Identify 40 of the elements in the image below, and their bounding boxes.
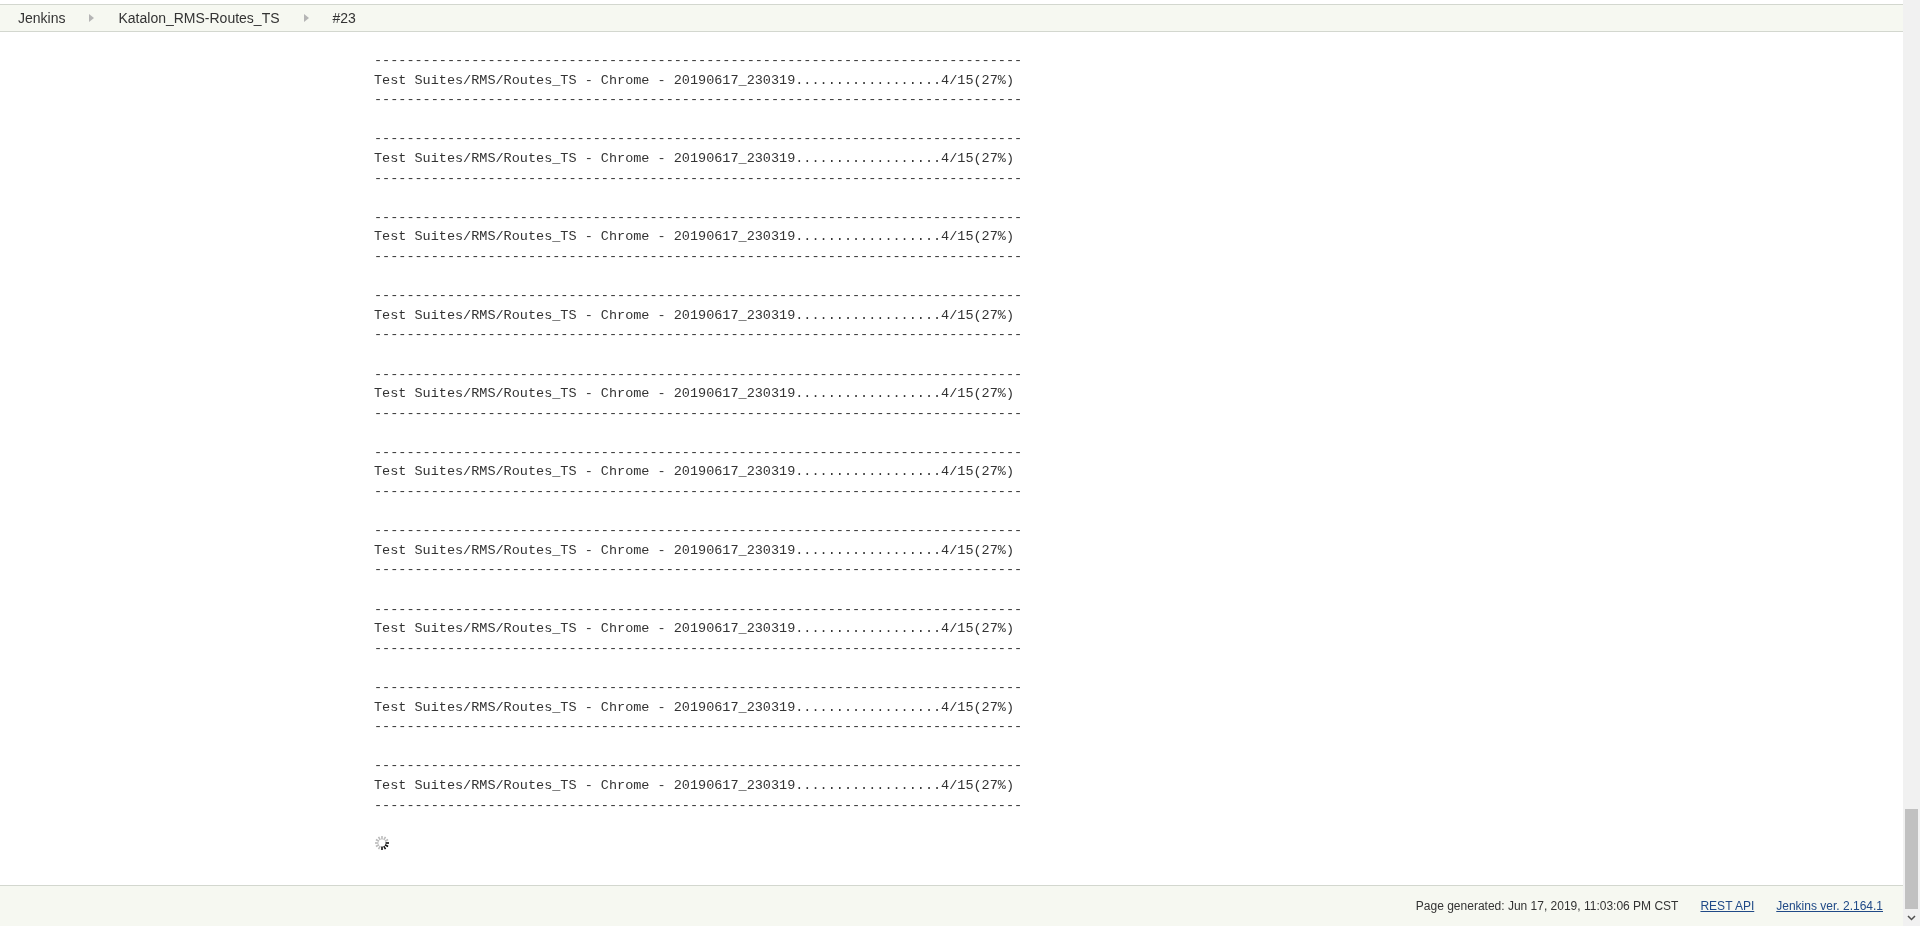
separator-line: -------------------------------------------------------------------------------- <box>374 600 1023 619</box>
separator-line: -------------------------------------------------------------------------------- <box>374 169 1023 188</box>
separator-line: -------------------------------------------------------------------------------- <box>374 326 1023 345</box>
separator-line: -------------------------------------------------------------------------------- <box>374 443 1023 462</box>
separator-line: -------------------------------------------------------------------------------- <box>374 757 1023 776</box>
separator-line: -------------------------------------------------------------------------------- <box>374 208 1023 227</box>
console-line: Test Suites/RMS/Routes_TS - Chrome - 20190617_230319..................4/15(27%) <box>374 776 1014 795</box>
separator-line: -------------------------------------------------------------------------------- <box>374 483 1023 502</box>
console-line: Test Suites/RMS/Routes_TS - Chrome - 20190617_230319..................4/15(27%) <box>374 71 1014 90</box>
footer-link[interactable]: REST API <box>1700 897 1755 915</box>
page-generated-text: Page generated: Jun 17, 2019, 11:03:06 PM CST <box>1415 898 1679 915</box>
separator-line: -------------------------------------------------------------------------------- <box>374 639 1023 658</box>
console-line: Test Suites/RMS/Routes_TS - Chrome - 20190617_230319..................4/15(27%) <box>374 620 1014 639</box>
console-line: Test Suites/RMS/Routes_TS - Chrome - 20190617_230319..................4/15(27%) <box>374 541 1014 560</box>
separator-line: -------------------------------------------------------------------------------- <box>374 365 1023 384</box>
separator-line: -------------------------------------------------------------------------------- <box>374 561 1023 580</box>
separator-line: -------------------------------------------------------------------------------- <box>374 91 1023 110</box>
footer-link[interactable]: Jenkins ver. 2.164.1 <box>1776 897 1883 915</box>
chevron-icon <box>89 14 95 22</box>
breadcrumb-link[interactable]: Jenkins <box>18 7 66 29</box>
console-line: Test Suites/RMS/Routes_TS - Chrome - 20190617_230319..................4/15(27%) <box>374 149 1014 168</box>
console-line: Test Suites/RMS/Routes_TS - Chrome - 20190617_230319..................4/15(27%) <box>374 306 1014 325</box>
breadcrumb-link[interactable]: #23 <box>332 7 356 29</box>
chevron-icon <box>303 14 309 22</box>
separator-line: -------------------------------------------------------------------------------- <box>374 522 1023 541</box>
separator-line: -------------------------------------------------------------------------------- <box>374 679 1023 697</box>
separator-line: -------------------------------------------------------------------------------- <box>374 287 1023 306</box>
separator-line: -------------------------------------------------------------------------------- <box>374 130 1023 149</box>
separator-line: -------------------------------------------------------------------------------- <box>374 796 1023 815</box>
console-line: Test Suites/RMS/Routes_TS - Chrome - 20190617_230319..................4/15(27%) <box>374 385 1014 404</box>
breadcrumb-link[interactable]: Katalon_RMS-Routes_TS <box>118 7 280 29</box>
console-line: Test Suites/RMS/Routes_TS - Chrome - 20190617_230319..................4/15(27%) <box>374 228 1014 247</box>
separator-line: -------------------------------------------------------------------------------- <box>374 404 1023 423</box>
separator-line: -------------------------------------------------------------------------------- <box>374 247 1023 266</box>
console-line: Test Suites/RMS/Routes_TS - Chrome - 20190617_230319..................4/15(27%) <box>374 698 1014 717</box>
separator-line: -------------------------------------------------------------------------------- <box>374 718 1023 737</box>
loading-spinner-icon <box>374 834 390 851</box>
separator-line: -------------------------------------------------------------------------------- <box>374 52 1023 70</box>
scrollbar-thumb[interactable] <box>1905 809 1918 909</box>
console-line: Test Suites/RMS/Routes_TS - Chrome - 20190617_230319..................4/15(27%) <box>374 463 1014 482</box>
